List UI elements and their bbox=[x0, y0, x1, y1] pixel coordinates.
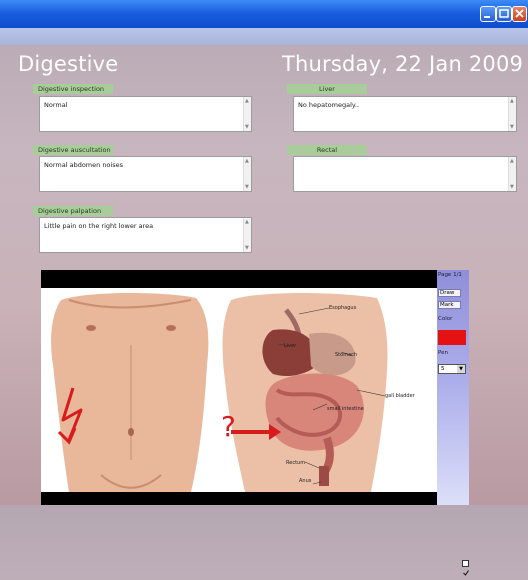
scrollbar[interactable]: ▲ ▼ bbox=[243, 97, 251, 131]
color-label: Color bbox=[438, 316, 453, 322]
section-title: Digestive bbox=[18, 52, 119, 76]
label-liver: Liver bbox=[284, 343, 297, 349]
close-button[interactable] bbox=[512, 6, 527, 22]
label-stomach: Stomach bbox=[335, 352, 358, 358]
scrollbar[interactable]: ▲ ▼ bbox=[508, 157, 516, 191]
label-gall-bladder: gall bladder bbox=[385, 393, 415, 399]
maximize-button[interactable] bbox=[496, 6, 512, 22]
label-esophagus: Esophagus bbox=[329, 305, 357, 311]
drawing-canvas[interactable]: Esophagus Liver Stomach gall bladder sma… bbox=[41, 270, 437, 505]
page-indicator: Page 1/1 bbox=[438, 272, 462, 278]
scrollbar[interactable]: ▲ ▼ bbox=[508, 97, 516, 131]
mark-option[interactable]: Mark bbox=[438, 301, 461, 309]
scroll-up-icon[interactable]: ▲ bbox=[245, 158, 249, 164]
canvas-bottom-band bbox=[41, 492, 437, 505]
color-swatch[interactable] bbox=[438, 330, 466, 345]
minimize-icon bbox=[484, 16, 490, 18]
chevron-down-icon[interactable]: ▼ bbox=[457, 365, 465, 373]
abdomen-anatomy-illustration bbox=[51, 293, 388, 492]
liver-value: No hepatomegaly.. bbox=[298, 101, 359, 109]
scroll-down-icon[interactable]: ▼ bbox=[245, 124, 249, 130]
digestive-auscultation-label: Digestive auscultation bbox=[33, 145, 113, 155]
liver-label: Liver bbox=[287, 84, 367, 94]
rectal-field[interactable]: ▲ ▼ bbox=[293, 156, 517, 192]
label-small-intestine: small intestine bbox=[327, 406, 364, 412]
scroll-up-icon[interactable]: ▲ bbox=[510, 98, 514, 104]
scroll-down-icon[interactable]: ▼ bbox=[245, 245, 249, 251]
digestive-palpation-label: Digestive palpation bbox=[33, 206, 113, 216]
rectal-label: Rectal bbox=[287, 145, 367, 155]
scroll-up-icon[interactable]: ▲ bbox=[245, 98, 249, 104]
tools-panel: Page 1/1 Draw Mark Color Pen bbox=[437, 270, 469, 576]
scroll-down-icon[interactable]: ▼ bbox=[245, 184, 249, 190]
liver-field[interactable]: No hepatomegaly.. ▲ ▼ bbox=[293, 96, 517, 132]
date-title: Thursday, 22 Jan 2009 bbox=[282, 52, 524, 76]
scroll-up-icon[interactable]: ▲ bbox=[245, 219, 249, 225]
canvas-top-band bbox=[41, 270, 437, 288]
label-rectum: Rectum bbox=[286, 460, 306, 466]
pen-size-select[interactable]: 5 ▼ bbox=[438, 364, 466, 374]
digestive-palpation-field[interactable]: Little pain on the right lower area ▲ ▼ bbox=[39, 217, 252, 253]
draw-option[interactable]: Draw bbox=[438, 289, 461, 297]
pen-size-value: 5 bbox=[441, 366, 445, 372]
toolbar-strip bbox=[0, 28, 528, 45]
digestive-inspection-label: Digestive inspection bbox=[33, 84, 113, 94]
pen-label: Pen bbox=[438, 350, 448, 356]
scroll-up-icon[interactable]: ▲ bbox=[510, 158, 514, 164]
digestive-auscultation-value: Normal abdomen noises bbox=[44, 161, 123, 169]
maximize-icon bbox=[499, 9, 509, 18]
question-mark-annotation: ? bbox=[221, 410, 236, 443]
window-titlebar[interactable] bbox=[0, 0, 528, 28]
label-anus: Anus bbox=[299, 478, 312, 484]
close-icon bbox=[515, 9, 524, 18]
digestive-palpation-value: Little pain on the right lower area bbox=[44, 222, 154, 230]
digestive-inspection-field[interactable]: Normal ▲ ▼ bbox=[39, 96, 252, 132]
scroll-down-icon[interactable]: ▼ bbox=[510, 124, 514, 130]
digestive-inspection-value: Normal bbox=[44, 101, 68, 109]
digestive-auscultation-field[interactable]: Normal abdomen noises ▲ ▼ bbox=[39, 156, 252, 192]
scrollbar[interactable]: ▲ ▼ bbox=[243, 157, 251, 191]
draw-checkbox[interactable] bbox=[462, 560, 469, 576]
scroll-down-icon[interactable]: ▼ bbox=[510, 184, 514, 190]
minimize-button[interactable] bbox=[480, 6, 496, 22]
scrollbar[interactable]: ▲ ▼ bbox=[243, 218, 251, 252]
checkmark-icon bbox=[463, 570, 469, 576]
